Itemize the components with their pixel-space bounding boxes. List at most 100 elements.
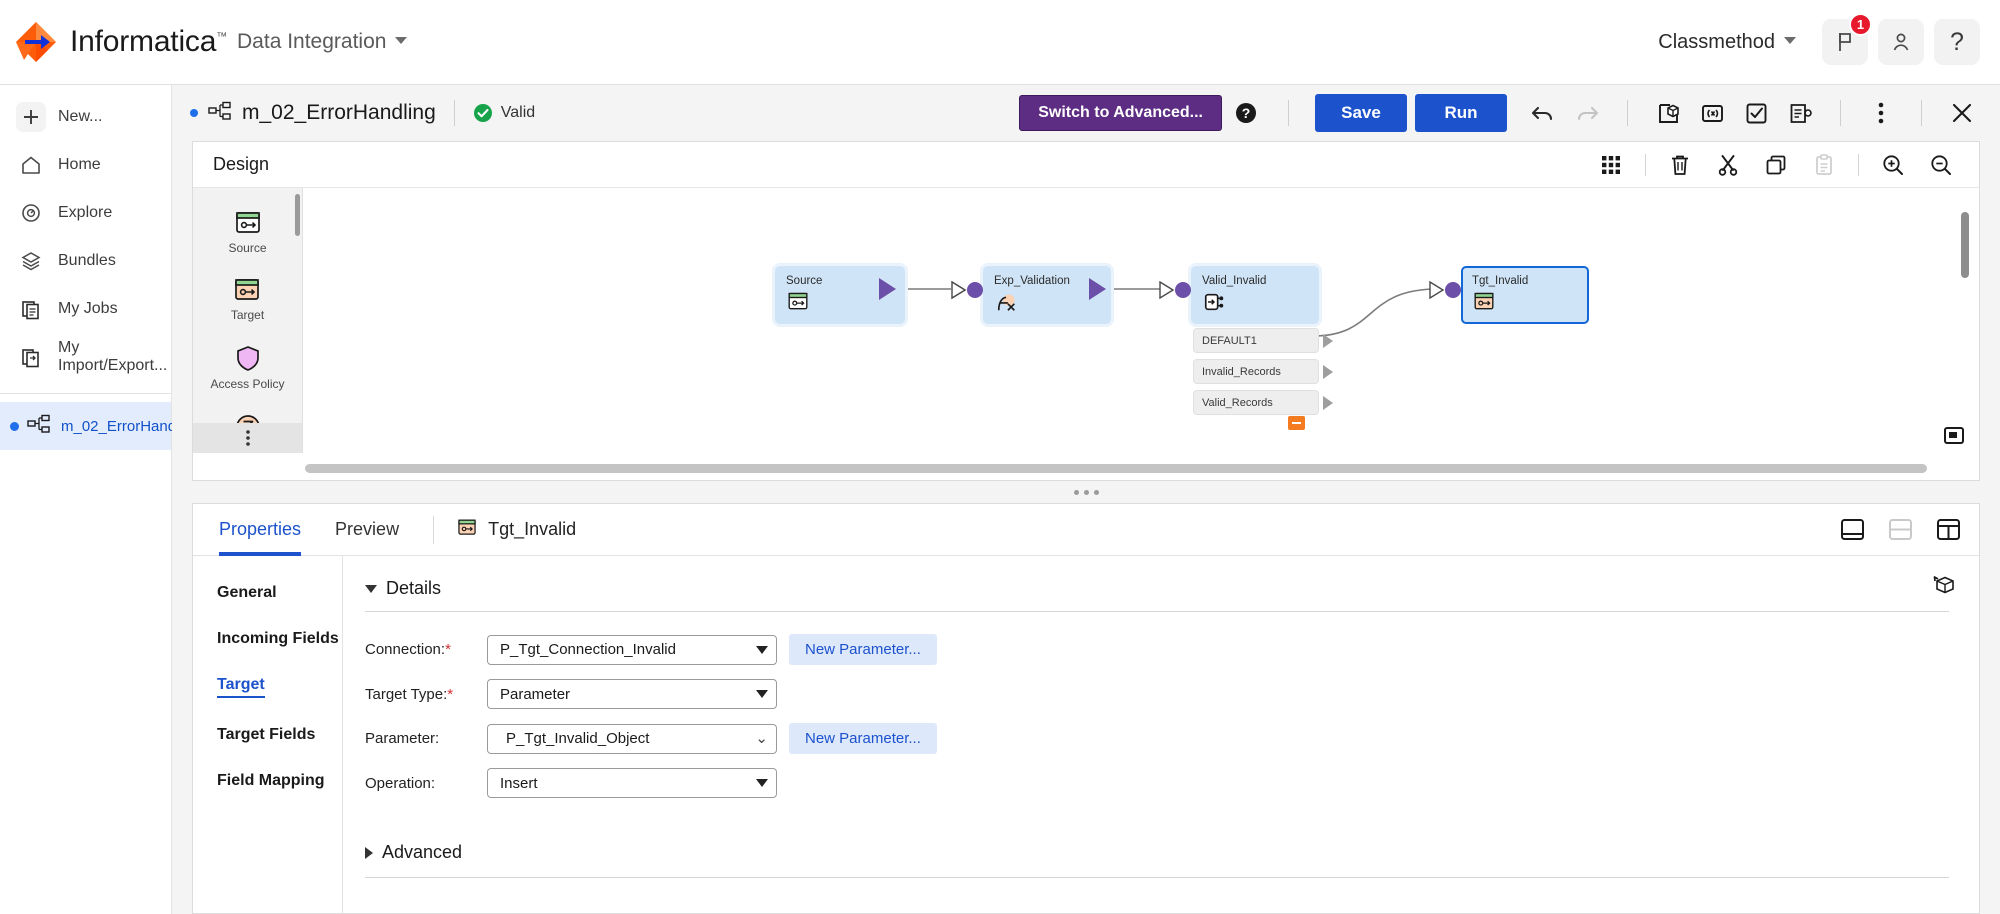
- zoom-out-button[interactable]: [1923, 147, 1959, 183]
- more-vertical-button[interactable]: [1862, 94, 1900, 132]
- parameter-button[interactable]: [1693, 94, 1731, 132]
- paste-button[interactable]: [1806, 147, 1842, 183]
- source-icon: [786, 291, 894, 317]
- collapse-groups-button[interactable]: [1288, 416, 1305, 430]
- output-arrow: [1089, 278, 1106, 300]
- sidebar-item-open-mapping[interactable]: m_02_ErrorHandl...: [0, 402, 192, 450]
- package-button[interactable]: [1649, 94, 1687, 132]
- input-port[interactable]: [1175, 282, 1191, 298]
- page-title: m_02_ErrorHandling: [242, 101, 436, 124]
- input-port[interactable]: [1445, 282, 1461, 298]
- node-tgt-invalid[interactable]: Tgt_Invalid: [1461, 266, 1589, 324]
- splitter-dot: [1083, 489, 1089, 495]
- canvas-horizontal-scrollbar[interactable]: [305, 464, 1927, 473]
- sidebar-item-new[interactable]: New...: [0, 93, 171, 141]
- input-port[interactable]: [967, 282, 983, 298]
- operation-select[interactable]: Insert: [487, 768, 777, 798]
- connection-select[interactable]: P_Tgt_Connection_Invalid: [487, 634, 777, 665]
- field-parameter: Parameter: P_Tgt_Invalid_Object ⌄ New Pa…: [365, 723, 1949, 754]
- props-nav-general[interactable]: General: [217, 584, 277, 602]
- field-label: Parameter:: [365, 730, 440, 747]
- new-parameter-object-button[interactable]: New Parameter...: [789, 723, 937, 754]
- notification-badge: 1: [1849, 13, 1872, 36]
- advanced-section-label: Advanced: [382, 842, 463, 862]
- node-valid-invalid[interactable]: Valid_Invalid: [1191, 266, 1319, 324]
- details-section-header[interactable]: Details: [365, 578, 1949, 599]
- switch-to-advanced-button[interactable]: Switch to Advanced...: [1019, 95, 1222, 131]
- node-label: Source: [786, 275, 823, 287]
- sidebar-item-my-jobs[interactable]: My Jobs: [0, 285, 171, 333]
- plus-icon: [16, 102, 46, 132]
- advanced-help-icon[interactable]: ?: [1236, 103, 1256, 123]
- palette-item-access-policy[interactable]: Access Policy: [210, 344, 285, 391]
- sidebar-item-label: Home: [58, 156, 101, 173]
- design-title: Design: [213, 154, 270, 174]
- delete-button[interactable]: [1662, 147, 1698, 183]
- field-operation: Operation: Insert: [365, 768, 1949, 798]
- user-account-button[interactable]: [1878, 19, 1924, 65]
- output-group-label: Invalid_Records: [1202, 365, 1281, 378]
- target-type-value: Parameter: [500, 685, 571, 703]
- org-switcher[interactable]: Classmethod: [1658, 31, 1796, 54]
- service-switcher[interactable]: Data Integration: [237, 30, 408, 54]
- props-nav-target[interactable]: Target: [217, 676, 265, 698]
- advanced-section-header[interactable]: Advanced: [365, 842, 1949, 863]
- palette-item-target[interactable]: Target: [231, 277, 264, 322]
- copy-button[interactable]: [1758, 147, 1794, 183]
- canvas-vertical-scrollbar[interactable]: [1961, 212, 1969, 278]
- validate-button[interactable]: [1737, 94, 1775, 132]
- palette-more-button[interactable]: [193, 423, 302, 453]
- parameter-select[interactable]: P_Tgt_Invalid_Object ⌄: [487, 723, 777, 754]
- tab-preview[interactable]: Preview: [335, 504, 399, 556]
- restore-object-button[interactable]: [1931, 574, 1957, 603]
- tab-properties[interactable]: Properties: [219, 504, 302, 556]
- sidebar-item-home[interactable]: Home: [0, 141, 171, 189]
- help-button[interactable]: ?: [1934, 19, 1980, 65]
- toolbar-divider: [1627, 100, 1628, 126]
- undo-button[interactable]: [1524, 94, 1562, 132]
- layers-icon: [16, 246, 46, 276]
- output-group-row[interactable]: DEFAULT1: [1193, 328, 1319, 353]
- log-button[interactable]: [1781, 94, 1819, 132]
- design-canvas[interactable]: Source Target Access Policy Source Exp_V…: [193, 188, 1979, 480]
- props-nav-target-fields[interactable]: Target Fields: [217, 726, 315, 744]
- input-arrow: [1429, 280, 1445, 304]
- panel-full-layout-button[interactable]: [1931, 513, 1965, 547]
- output-group-row[interactable]: Invalid_Records: [1193, 359, 1319, 384]
- props-nav-field-mapping[interactable]: Field Mapping: [217, 772, 325, 790]
- props-nav-incoming-fields[interactable]: Incoming Fields: [217, 630, 339, 648]
- sidebar-item-import-export[interactable]: My Import/Export...: [0, 333, 171, 381]
- palette-item-source[interactable]: Source: [228, 210, 267, 255]
- sidebar-item-bundles[interactable]: Bundles: [0, 237, 171, 285]
- palette-scrollbar[interactable]: [295, 194, 300, 236]
- flag-icon: [1839, 33, 1851, 51]
- panel-bottom-layout-button[interactable]: [1835, 513, 1869, 547]
- output-group-row[interactable]: Valid_Records: [1193, 390, 1319, 415]
- new-parameter-connection-button[interactable]: New Parameter...: [789, 634, 937, 665]
- cut-button[interactable]: [1710, 147, 1746, 183]
- details-section-label: Details: [386, 578, 442, 598]
- sidebar-item-label: New...: [58, 108, 103, 125]
- minimap-button[interactable]: [1943, 426, 1965, 451]
- redo-button[interactable]: [1568, 94, 1606, 132]
- field-label: Operation:: [365, 774, 436, 792]
- selected-object-name: Tgt_Invalid: [488, 519, 577, 539]
- panel-splitter[interactable]: [172, 481, 2000, 503]
- output-group-arrow: [1323, 334, 1333, 348]
- zoom-in-button[interactable]: [1875, 147, 1911, 183]
- run-button[interactable]: Run: [1415, 94, 1507, 132]
- sidebar-item-explore[interactable]: Explore: [0, 189, 171, 237]
- mapping-icon: [27, 414, 51, 439]
- save-button[interactable]: Save: [1315, 94, 1407, 132]
- grid-layout-button[interactable]: [1593, 147, 1629, 183]
- output-group-arrow: [1323, 396, 1333, 410]
- target-type-select[interactable]: Parameter: [487, 679, 777, 709]
- mapping-toolbar: m_02_ErrorHandling Valid Switch to Advan…: [172, 85, 2000, 141]
- chevron-down-icon: ⌄: [755, 730, 768, 747]
- panel-split-layout-button[interactable]: [1883, 513, 1917, 547]
- properties-tabbar: Properties Preview Tgt_Invalid: [193, 504, 1979, 556]
- chevron-down-icon: [756, 690, 768, 698]
- close-button[interactable]: [1943, 94, 1981, 132]
- tab-divider: [433, 515, 435, 544]
- notifications-button[interactable]: 1: [1822, 13, 1872, 65]
